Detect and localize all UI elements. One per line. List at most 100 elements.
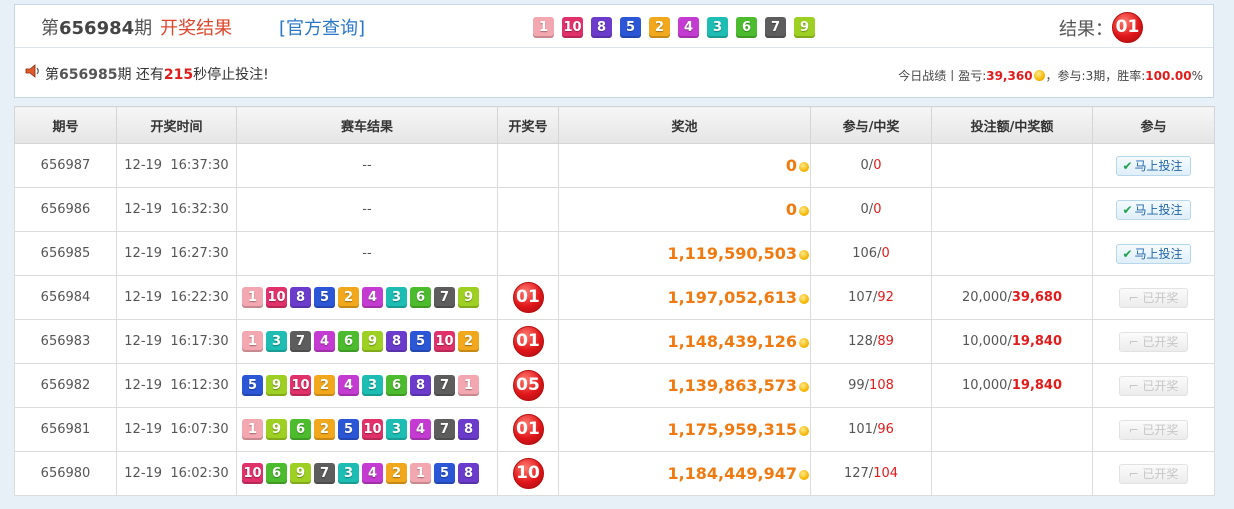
col-pool: 奖池 xyxy=(558,106,811,144)
time-cell: 12-19 16:22:30 xyxy=(116,275,237,320)
draw-number-cell: 10 xyxy=(497,451,559,496)
latest-result-row: 第656984期 开奖结果 [官方查询] 1 10 8 5 2 4 3 6 7 9 结果： 01 xyxy=(15,5,1213,48)
bet-now-button[interactable]: ✔ 马上投注 xyxy=(1116,199,1191,220)
number-ball: 9 xyxy=(290,463,311,484)
pool-cell: 1,119,590,503 xyxy=(558,231,811,276)
race-result-cell: 5 9 10 2 4 3 6 8 7 1 xyxy=(236,363,498,408)
drawn-button[interactable]: ⌐ 已开奖 xyxy=(1118,287,1189,308)
issue-cell: 656981 xyxy=(14,407,117,452)
issue-cell: 656987 xyxy=(14,143,117,188)
number-ball: 2 xyxy=(314,419,335,440)
race-result-cell: 1 10 8 5 2 4 3 6 7 9 xyxy=(236,275,498,320)
number-ball: 5 xyxy=(314,287,335,308)
pool-cell: 1,148,439,126 xyxy=(558,319,811,364)
number-ball: 2 xyxy=(386,463,407,484)
draw-number-cell: 01 xyxy=(497,319,559,364)
bet-now-button[interactable]: ✔ 马上投注 xyxy=(1116,243,1191,264)
check-icon: ✔ xyxy=(1122,158,1133,173)
result-label: 结果： xyxy=(1059,19,1113,40)
race-balls: 1 10 8 5 2 4 3 6 7 9 xyxy=(237,287,497,308)
pool-cell: 1,175,959,315 xyxy=(558,407,811,452)
col-bet-prize: 投注额/中奖额 xyxy=(931,106,1093,144)
join-win-cell: 0/0 xyxy=(810,143,932,188)
action-cell: ✔ 马上投注 xyxy=(1092,143,1215,188)
draw-number-cell: 01 xyxy=(497,407,559,452)
draw-number-cell: 01 xyxy=(497,275,559,320)
check-icon: ✔ xyxy=(1122,202,1133,217)
issue-cell: 656984 xyxy=(14,275,117,320)
drawn-button[interactable]: ⌐ 已开奖 xyxy=(1118,331,1189,352)
race-result-cell: -- xyxy=(236,231,498,276)
race-result-cell: 10 6 9 7 3 4 2 1 5 8 xyxy=(236,451,498,496)
drawn-button[interactable]: ⌐ 已开奖 xyxy=(1118,463,1189,484)
race-balls: 5 9 10 2 4 3 6 8 7 1 xyxy=(237,375,497,396)
result-panel: 第656984期 开奖结果 [官方查询] 1 10 8 5 2 4 3 6 7 9 结果： 01 第… xyxy=(14,4,1214,98)
number-ball: 10 xyxy=(266,287,287,308)
number-ball: 5 xyxy=(242,375,263,396)
draw-number-cell xyxy=(497,143,559,188)
race-balls: 10 6 9 7 3 4 2 1 5 8 xyxy=(237,463,497,484)
bet-prize-cell xyxy=(931,451,1093,496)
number-ball: 5 xyxy=(410,331,431,352)
action-cell: ⌐ 已开奖 xyxy=(1092,363,1215,408)
number-ball: 6 xyxy=(386,375,407,396)
time-cell: 12-19 16:12:30 xyxy=(116,363,237,408)
number-ball: 1 xyxy=(533,17,554,38)
number-ball: 10 xyxy=(242,463,263,484)
number-ball: 7 xyxy=(290,331,311,352)
join-win-cell: 128/89 xyxy=(810,319,932,364)
table-row: 656985 12-19 16:27:30 -- 1,119,590,503 106/0… xyxy=(14,231,1215,276)
join-win-cell: 127/104 xyxy=(810,451,932,496)
table-header: 期号 开奖时间 赛车结果 开奖号 奖池 参与/中奖 投注额/中奖额 参与 xyxy=(14,106,1215,144)
number-ball: 1 xyxy=(458,375,479,396)
number-ball: 8 xyxy=(458,419,479,440)
result-ball: 01 xyxy=(512,282,544,313)
result-ball: 01 xyxy=(512,414,544,445)
today-stats: 今日战绩丨盈亏:39,360 ，参与:3期，胜率:100.00% xyxy=(898,69,1203,83)
number-ball: 4 xyxy=(338,375,359,396)
number-ball: 6 xyxy=(338,331,359,352)
number-ball: 9 xyxy=(458,287,479,308)
number-ball: 8 xyxy=(458,463,479,484)
number-ball: 1 xyxy=(242,287,263,308)
number-ball: 3 xyxy=(707,17,728,38)
countdown-notice: 第656985期 还有215秒停止投注! xyxy=(45,67,269,83)
check-icon: ✔ xyxy=(1122,246,1133,261)
no-result: -- xyxy=(362,246,372,261)
col-issue: 期号 xyxy=(14,106,117,144)
drawn-button[interactable]: ⌐ 已开奖 xyxy=(1118,419,1189,440)
bet-amount: 20,000 xyxy=(961,290,1008,305)
col-time: 开奖时间 xyxy=(116,106,237,144)
race-result-cell: 1 9 6 2 5 10 3 4 7 8 xyxy=(236,407,498,452)
number-ball: 4 xyxy=(362,463,383,484)
number-ball: 10 xyxy=(434,331,455,352)
official-query-link[interactable]: [官方查询] xyxy=(279,14,365,40)
result-ball: 01 xyxy=(1112,12,1143,43)
drawn-button[interactable]: ⌐ 已开奖 xyxy=(1118,375,1189,396)
time-cell: 12-19 16:37:30 xyxy=(116,143,237,188)
table-row: 656981 12-19 16:07:30 1 9 6 2 5 10 3 4 7 8 01 1,175,9… xyxy=(14,407,1215,452)
bet-now-button[interactable]: ✔ 马上投注 xyxy=(1116,155,1191,176)
table-row: 656984 12-19 16:22:30 1 10 8 5 2 4 3 6 7 9 01 1,197,0… xyxy=(14,275,1215,320)
number-ball: 4 xyxy=(678,17,699,38)
number-ball: 10 xyxy=(362,419,383,440)
number-ball: 2 xyxy=(649,17,670,38)
number-ball: 9 xyxy=(794,17,815,38)
number-ball: 8 xyxy=(410,375,431,396)
latest-balls: 1 10 8 5 2 4 3 6 7 9 xyxy=(533,17,815,38)
coin-icon xyxy=(799,382,809,392)
action-cell: ⌐ 已开奖 xyxy=(1092,451,1215,496)
pool-cell: 1,139,863,573 xyxy=(558,363,811,408)
number-ball: 7 xyxy=(434,287,455,308)
time-cell: 12-19 16:02:30 xyxy=(116,451,237,496)
number-ball: 5 xyxy=(434,463,455,484)
number-ball: 6 xyxy=(266,463,287,484)
table-row: 656986 12-19 16:32:30 -- 0 0/0 ✔ 马上投注 xyxy=(14,187,1215,232)
bet-prize-cell: 10,000/19,840 xyxy=(931,319,1093,364)
race-result-cell: -- xyxy=(236,187,498,232)
number-ball: 5 xyxy=(620,17,641,38)
number-ball: 10 xyxy=(290,375,311,396)
number-ball: 7 xyxy=(765,17,786,38)
number-ball: 3 xyxy=(386,419,407,440)
coin-icon xyxy=(799,162,809,172)
